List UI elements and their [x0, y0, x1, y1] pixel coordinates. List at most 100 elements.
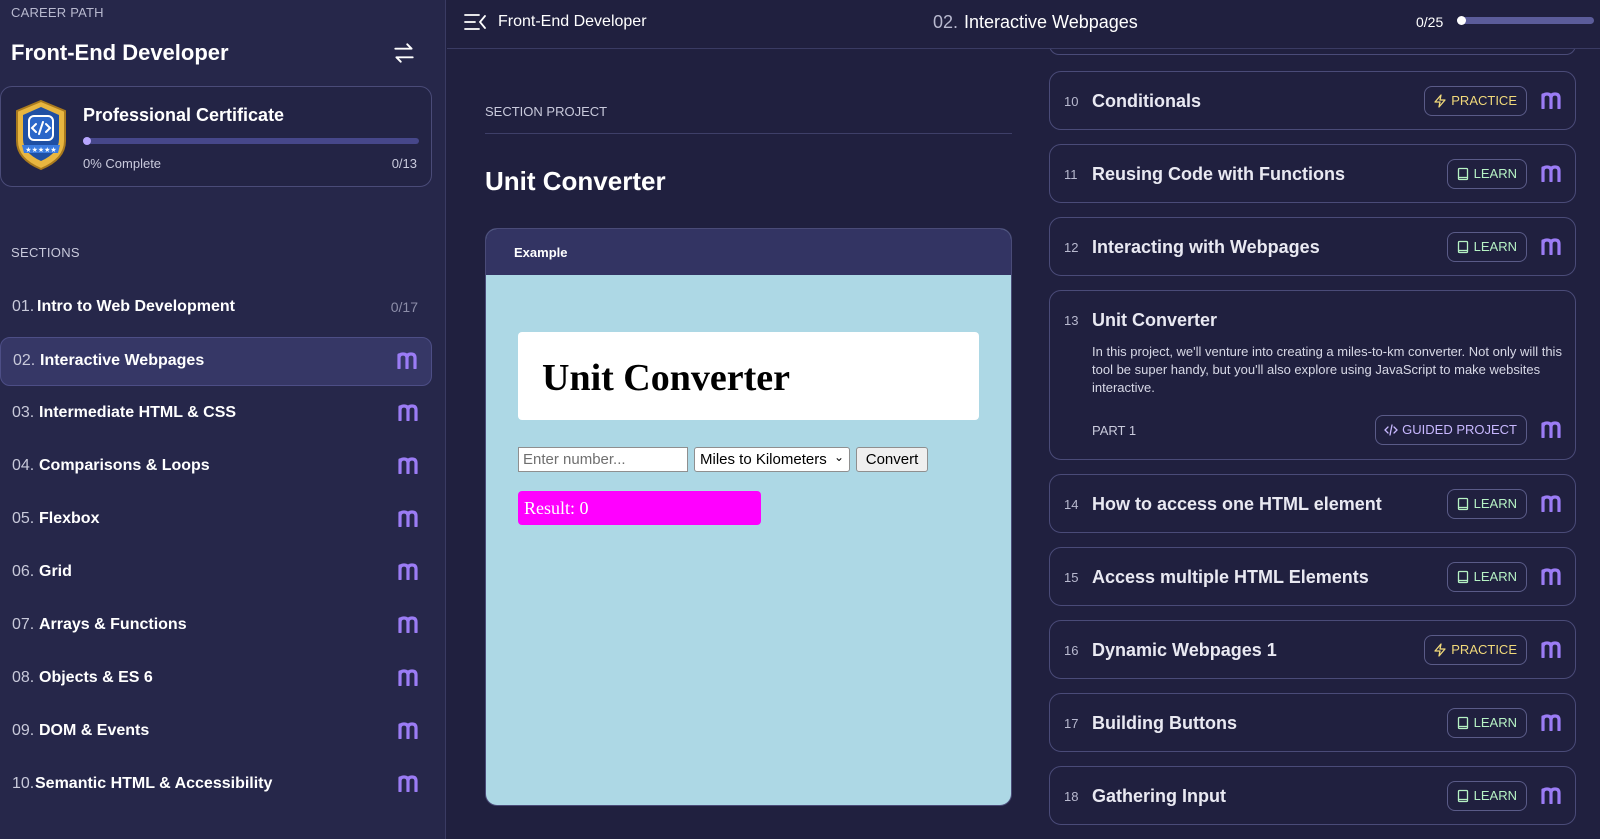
- section-name: Intermediate HTML & CSS: [39, 404, 237, 421]
- sidebar-item-section-03[interactable]: 03. Intermediate HTML & CSS: [0, 390, 432, 439]
- sidebar-item-section-06[interactable]: 06. Grid: [0, 549, 432, 598]
- lesson-title: Access multiple HTML Elements: [1092, 567, 1369, 587]
- sidebar-item-section-01[interactable]: 01. Intro to Web Development 0/17: [0, 284, 432, 333]
- career-path-label: CAREER PATH: [11, 5, 104, 20]
- scrimba-m-icon: [1541, 495, 1561, 512]
- scrimba-m-icon: [398, 669, 418, 686]
- lesson-number: 14: [1064, 497, 1079, 512]
- section-number: 07.: [12, 616, 35, 633]
- lesson-card-13[interactable]: 13 Unit Converter In this project, we'll…: [1049, 290, 1576, 460]
- chevron-down-icon: ⌄: [833, 450, 844, 464]
- section-name: Semantic HTML & Accessibility: [35, 775, 273, 792]
- section-number: 10.: [12, 775, 35, 792]
- conversion-select-value: Miles to Kilometers: [700, 451, 827, 468]
- section-name: Intro to Web Development: [37, 298, 235, 315]
- lesson-number: 12: [1064, 240, 1079, 255]
- lesson-title: Conditionals: [1092, 91, 1201, 111]
- section-number: 05.: [12, 510, 35, 527]
- section-name: Interactive Webpages: [40, 352, 205, 369]
- lesson-card-10[interactable]: 10 Conditionals PRACTICE: [1049, 71, 1576, 130]
- section-progress-count: 0/25: [1416, 14, 1444, 30]
- section-number: 02.: [13, 352, 36, 369]
- lesson-title: Building Buttons: [1092, 713, 1237, 733]
- example-preview: Example Unit Converter Miles to Kilomete…: [485, 228, 1012, 806]
- sidebar-item-section-10[interactable]: 10. Semantic HTML & Accessibility: [0, 761, 432, 810]
- certificate-card[interactable]: ★★★★★ Professional Certificate 0% Comple…: [0, 86, 432, 187]
- lesson-list: 10 Conditionals PRACTICE 11 Reusing Code…: [1049, 49, 1576, 839]
- demo-title: Unit Converter: [542, 357, 790, 399]
- guided-project-tag[interactable]: GUIDED PROJECT: [1375, 415, 1527, 445]
- learn-tag[interactable]: LEARN: [1446, 708, 1527, 738]
- lesson-description: In this project, we'll venture into crea…: [1092, 344, 1562, 395]
- section-progress-fill: [1457, 16, 1466, 25]
- sections-list: 02. Interactive Webpages 03. Intermediat…: [0, 337, 432, 814]
- course-title[interactable]: Front-End Developer: [498, 13, 647, 31]
- lesson-card-16[interactable]: 16 Dynamic Webpages 1 PRACTICE: [1049, 620, 1576, 679]
- number-input[interactable]: [518, 447, 688, 472]
- lesson-number: 13: [1064, 313, 1079, 328]
- certificate-title: Professional Certificate: [83, 105, 285, 125]
- scrimba-m-icon: [1541, 165, 1561, 182]
- section-number: 03.: [12, 404, 35, 421]
- collapse-menu-icon[interactable]: [463, 12, 487, 32]
- lesson-card-14[interactable]: 14 How to access one HTML element LEARN: [1049, 474, 1576, 533]
- section-number: 08.: [12, 669, 35, 686]
- lesson-card-15[interactable]: 15 Access multiple HTML Elements LEARN: [1049, 547, 1576, 606]
- learn-tag[interactable]: LEARN: [1446, 232, 1527, 262]
- lesson-number: 10: [1064, 94, 1079, 109]
- learn-tag[interactable]: LEARN: [1446, 489, 1527, 519]
- swap-arrows-icon[interactable]: [391, 40, 417, 66]
- section-name: Flexbox: [39, 510, 100, 527]
- lightning-icon: [1434, 643, 1446, 657]
- learn-tag[interactable]: LEARN: [1446, 159, 1527, 189]
- book-icon: [1457, 497, 1468, 511]
- section-name: Grid: [39, 563, 72, 580]
- lesson-title: Unit Converter: [1092, 310, 1218, 330]
- tag-label: PRACTICE: [1451, 642, 1517, 657]
- sidebar-item-section-02[interactable]: 02. Interactive Webpages: [0, 337, 432, 386]
- divider: [485, 133, 1012, 134]
- certificate-progress-bar: [83, 137, 419, 145]
- lesson-title: Reusing Code with Functions: [1092, 164, 1345, 184]
- section-progress-count: 0/17: [390, 299, 418, 315]
- conversion-select[interactable]: Miles to Kilometers ⌄: [694, 447, 850, 472]
- practice-tag[interactable]: PRACTICE: [1424, 86, 1527, 116]
- tag-label: LEARN: [1473, 788, 1517, 803]
- sidebar-item-section-09[interactable]: 09. DOM & Events: [0, 708, 432, 757]
- practice-tag[interactable]: PRACTICE: [1424, 635, 1527, 665]
- lesson-card-12[interactable]: 12 Interacting with Webpages LEARN: [1049, 217, 1576, 276]
- lesson-card-11[interactable]: 11 Reusing Code with Functions LEARN: [1049, 144, 1576, 203]
- scrimba-m-icon: [398, 510, 418, 527]
- section-progress-bar: [1457, 16, 1594, 25]
- tag-label: GUIDED PROJECT: [1402, 422, 1517, 437]
- tag-label: LEARN: [1473, 239, 1517, 254]
- sidebar-item-section-07[interactable]: 07. Arrays & Functions: [0, 602, 432, 651]
- lesson-card-18[interactable]: 18 Gathering Input LEARN: [1049, 766, 1576, 825]
- sidebar-item-section-08[interactable]: 08. Objects & ES 6: [0, 655, 432, 704]
- convert-button[interactable]: Convert: [856, 447, 928, 472]
- lesson-part: PART 1: [1092, 423, 1137, 438]
- scrimba-m-icon: [1541, 641, 1561, 658]
- sidebar-item-section-04[interactable]: 04. Comparisons & Loops: [0, 443, 432, 492]
- book-icon: [1457, 716, 1468, 730]
- tag-label: LEARN: [1473, 715, 1517, 730]
- section-name: Comparisons & Loops: [39, 457, 210, 474]
- scrimba-m-icon: [398, 722, 418, 739]
- sidebar-item-section-05[interactable]: 05. Flexbox: [0, 496, 432, 545]
- svg-text:★★★★★: ★★★★★: [25, 146, 56, 154]
- scrimba-m-icon: [1541, 238, 1561, 255]
- lesson-number: 18: [1064, 789, 1079, 804]
- lesson-title: How to access one HTML element: [1092, 494, 1382, 514]
- lesson-number: 15: [1064, 570, 1079, 585]
- lesson-number: 17: [1064, 716, 1079, 731]
- learn-tag[interactable]: LEARN: [1446, 562, 1527, 592]
- demo-title-card: Unit Converter: [518, 332, 979, 420]
- learn-tag[interactable]: LEARN: [1446, 781, 1527, 811]
- section-name: Objects & ES 6: [39, 669, 153, 686]
- lesson-card-17[interactable]: 17 Building Buttons LEARN: [1049, 693, 1576, 752]
- sections-heading: SECTIONS: [11, 245, 80, 260]
- section-number: 06.: [12, 563, 35, 580]
- code-brackets-icon: [1384, 424, 1399, 436]
- certificate-count: 0/13: [391, 156, 417, 171]
- scrimba-m-icon: [398, 616, 418, 633]
